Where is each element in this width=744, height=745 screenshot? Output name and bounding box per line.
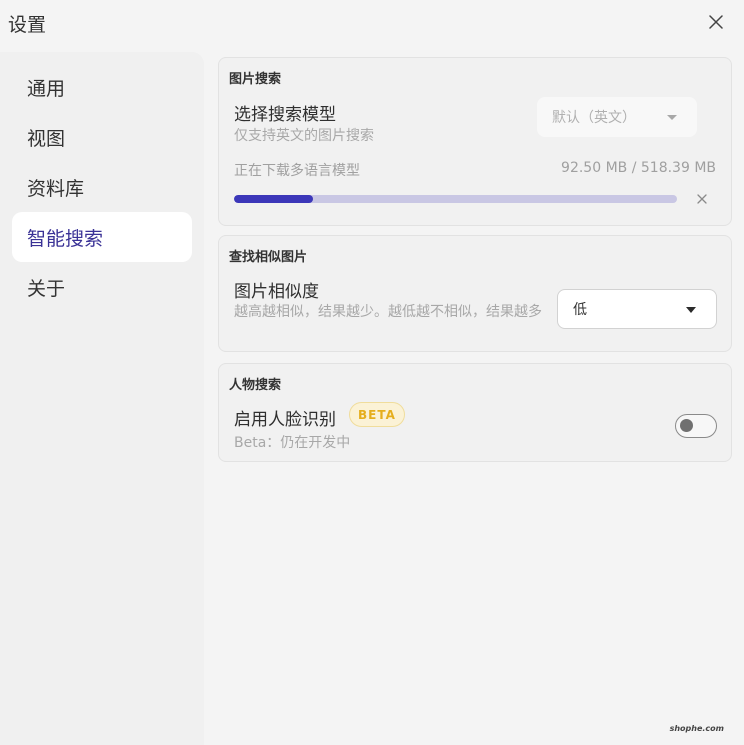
watermark: shophe.com: [669, 724, 724, 733]
sidebar-item-label: 通用: [27, 77, 66, 100]
section-title: 图片搜索: [229, 72, 282, 87]
person-search-card: 人物搜索 启用人脸识别 BETA Beta：仍在开发中: [218, 363, 732, 462]
model-select[interactable]: 默认（英文）: [537, 97, 697, 137]
close-icon: [709, 15, 723, 29]
sidebar-item-label: 视图: [27, 127, 66, 150]
download-status: 正在下载多语言模型: [234, 163, 360, 179]
chevron-down-icon: [686, 307, 696, 313]
toggle-knob: [680, 419, 693, 432]
similarity-select[interactable]: 低: [557, 289, 717, 329]
similarity-description: 越高越相似，结果越少。越低越不相似，结果越多: [234, 304, 542, 320]
window-title: 设置: [8, 14, 47, 36]
similar-search-card: 查找相似图片 图片相似度 越高越相似，结果越少。越低越不相似，结果越多 低: [218, 235, 732, 352]
sidebar-item-library[interactable]: 资料库: [12, 162, 192, 212]
sidebar-item-smart-search[interactable]: 智能搜索: [12, 212, 192, 262]
sidebar-item-view[interactable]: 视图: [12, 112, 192, 162]
sidebar-item-label: 关于: [27, 277, 66, 300]
chevron-down-icon: [667, 115, 677, 120]
section-title: 人物搜索: [229, 378, 282, 393]
sidebar-item-about[interactable]: 关于: [12, 262, 192, 312]
face-recognition-label: 启用人脸识别: [234, 410, 336, 430]
sidebar-item-label: 资料库: [27, 177, 85, 200]
section-title: 查找相似图片: [229, 250, 308, 265]
download-progress-fill: [234, 195, 314, 203]
face-recognition-description: Beta：仍在开发中: [234, 435, 351, 451]
close-icon: [697, 194, 707, 204]
similarity-select-value: 低: [573, 302, 587, 318]
image-search-card: 图片搜索 选择搜索模型 仅支持英文的图片搜索 默认（英文） 正在下载多语言模型 …: [218, 57, 732, 226]
face-recognition-toggle[interactable]: [675, 414, 717, 438]
sidebar-item-label: 智能搜索: [27, 227, 104, 250]
model-label: 选择搜索模型: [234, 105, 336, 125]
close-button[interactable]: [704, 10, 728, 34]
sidebar-item-general[interactable]: 通用: [12, 62, 192, 112]
model-description: 仅支持英文的图片搜索: [234, 128, 374, 144]
beta-badge: BETA: [349, 402, 405, 427]
cancel-download-button[interactable]: [694, 191, 710, 207]
sidebar: 通用 视图 资料库 智能搜索 关于: [0, 52, 204, 745]
model-select-value: 默认（英文）: [552, 110, 636, 126]
download-progress-bar: [234, 195, 677, 203]
download-size: 92.50 MB / 518.39 MB: [561, 160, 716, 176]
similarity-label: 图片相似度: [234, 282, 319, 302]
